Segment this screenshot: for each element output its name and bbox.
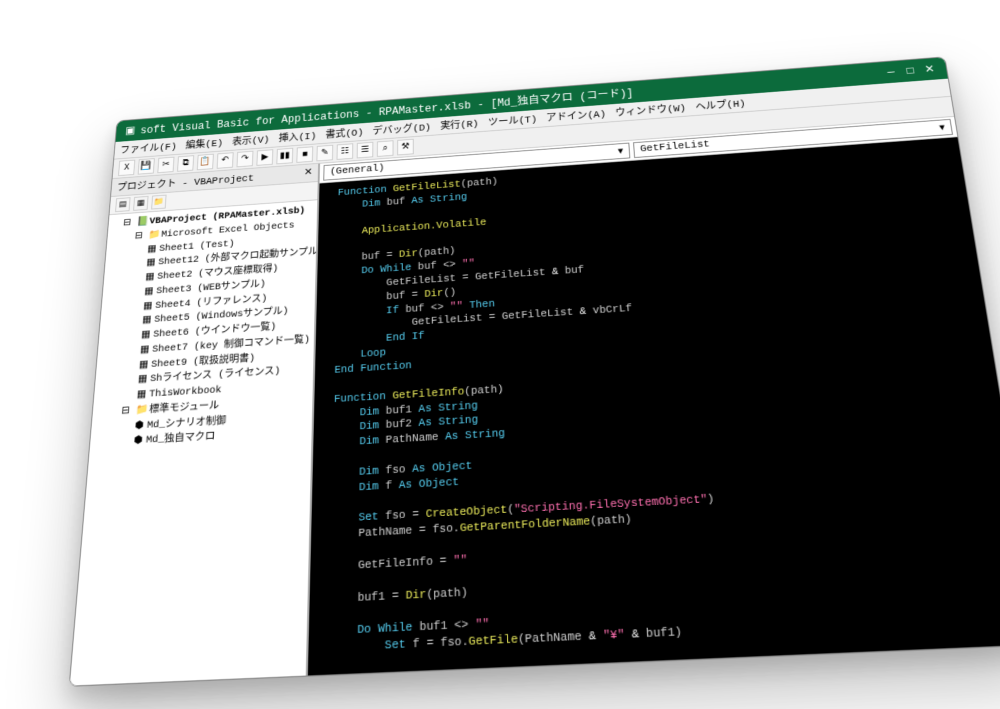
menu-edit[interactable]: 編集(E) — [185, 135, 223, 151]
app-icon: ▣ — [125, 124, 136, 137]
menu-file[interactable]: ファイル(F) — [120, 139, 178, 157]
toolbar-project-icon[interactable]: ☷ — [337, 143, 354, 160]
view-code-icon[interactable]: ▤ — [115, 197, 131, 212]
menu-format[interactable]: 書式(O) — [325, 125, 363, 141]
toolbar-toolbox-icon[interactable]: ⚒ — [397, 139, 414, 156]
view-object-icon[interactable]: ▦ — [133, 196, 148, 211]
toggle-folders-icon[interactable]: 📁 — [151, 195, 166, 210]
toolbar-copy-icon[interactable]: ⧉ — [177, 155, 194, 171]
menu-help[interactable]: ヘルプ(H) — [695, 96, 747, 113]
toolbar-reset-icon[interactable]: ■ — [296, 146, 313, 163]
toolbar-redo-icon[interactable]: ↷ — [236, 151, 253, 168]
project-explorer: プロジェクト - VBAProject ✕ ▤ ▦ 📁 ⊟ 📗VBAProjec… — [70, 164, 320, 686]
toolbar-design-icon[interactable]: ✎ — [316, 145, 333, 162]
menu-run[interactable]: 実行(R) — [440, 116, 479, 132]
maximize-icon[interactable]: □ — [903, 64, 918, 77]
toolbar-excel-icon[interactable]: X — [118, 160, 135, 176]
code-pane: (General) ▾ GetFileList ▾ Function GetFi… — [308, 117, 1000, 676]
toolbar-run-icon[interactable]: ▶ — [256, 149, 273, 166]
menu-addin[interactable]: アドイン(A) — [546, 106, 606, 124]
chevron-down-icon: ▾ — [938, 121, 945, 134]
toolbar-undo-icon[interactable]: ↶ — [217, 152, 234, 168]
toolbar-objectbrowser-icon[interactable]: ⌕ — [377, 140, 394, 157]
menu-view[interactable]: 表示(V) — [232, 132, 270, 148]
toolbar-save-icon[interactable]: 💾 — [138, 158, 155, 174]
menu-debug[interactable]: デバッグ(D) — [373, 120, 432, 138]
close-icon[interactable]: ✕ — [922, 63, 937, 76]
menu-insert[interactable]: 挿入(I) — [278, 128, 316, 144]
vba-editor-window: ▣ soft Visual Basic for Applications - R… — [69, 56, 1000, 686]
chevron-down-icon: ▾ — [617, 145, 623, 158]
menu-tools[interactable]: ツール(T) — [488, 112, 537, 129]
toolbar-paste-icon[interactable]: 📋 — [197, 154, 214, 170]
toolbar-properties-icon[interactable]: ☰ — [357, 142, 374, 159]
minimize-icon[interactable]: ─ — [883, 66, 898, 79]
code-editor[interactable]: Function GetFileList(path) Dim buf As St… — [308, 137, 1000, 675]
tree-folder-modules[interactable]: 標準モジュール — [149, 400, 220, 416]
project-tree[interactable]: ⊟ 📗VBAProject (RPAMaster.xlsb) ⊟ 📁Micros… — [70, 200, 318, 685]
toolbar-cut-icon[interactable]: ✂ — [157, 157, 174, 173]
toolbar-break-icon[interactable]: ▮▮ — [276, 148, 293, 165]
panel-close-icon[interactable]: ✕ — [304, 166, 313, 180]
